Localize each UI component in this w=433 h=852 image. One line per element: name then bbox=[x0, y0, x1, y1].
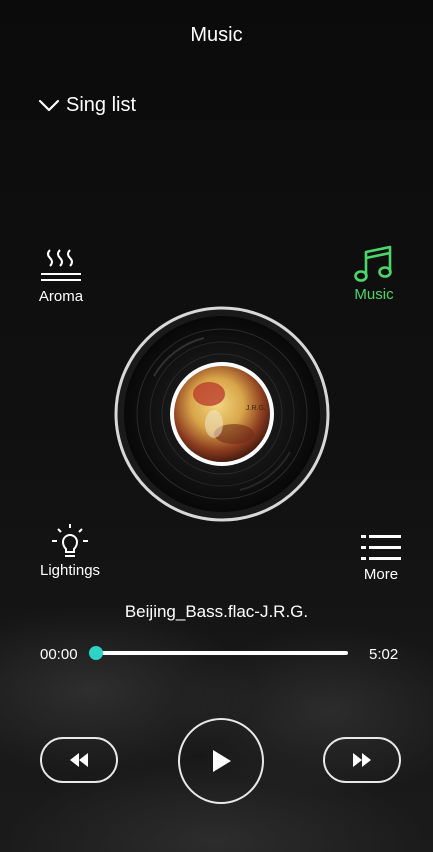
track-title: Beijing_Bass.flac-J.R.G. bbox=[124, 602, 309, 621]
lightings-label: Lightings bbox=[40, 562, 101, 579]
rewind-icon bbox=[70, 753, 88, 767]
list-icon bbox=[361, 535, 401, 560]
aroma-label: Aroma bbox=[38, 288, 84, 305]
music-note-icon bbox=[354, 245, 392, 282]
current-time: 00:00 bbox=[40, 646, 78, 663]
sing-list-toggle[interactable]: Sing list bbox=[38, 94, 136, 117]
play-button[interactable] bbox=[178, 718, 264, 804]
total-time: 5:02 bbox=[369, 646, 399, 663]
previous-button[interactable] bbox=[40, 737, 118, 783]
progress-knob[interactable] bbox=[89, 646, 103, 660]
aroma-button[interactable]: Aroma bbox=[38, 246, 84, 305]
music-button[interactable]: Music bbox=[353, 244, 395, 303]
progress-slider[interactable] bbox=[89, 646, 348, 660]
steam-icon bbox=[41, 249, 81, 281]
lightings-button[interactable]: Lightings bbox=[40, 522, 100, 579]
chevron-down-icon bbox=[38, 99, 60, 111]
sing-list-label: Sing list bbox=[66, 94, 137, 116]
music-screen: Music Sing list Aroma Music J.R.G. Light… bbox=[0, 0, 433, 852]
page-title: Music bbox=[190, 24, 243, 46]
lightbulb-icon bbox=[52, 524, 89, 557]
music-label: Music bbox=[354, 286, 394, 303]
album-art-label: J.R.G. bbox=[246, 405, 266, 412]
next-button[interactable] bbox=[323, 737, 401, 783]
fast-forward-icon bbox=[353, 753, 371, 767]
play-icon bbox=[213, 750, 231, 772]
more-button[interactable]: More bbox=[359, 532, 403, 583]
more-label: More bbox=[363, 566, 399, 583]
vinyl-record: J.R.G. bbox=[114, 306, 330, 522]
